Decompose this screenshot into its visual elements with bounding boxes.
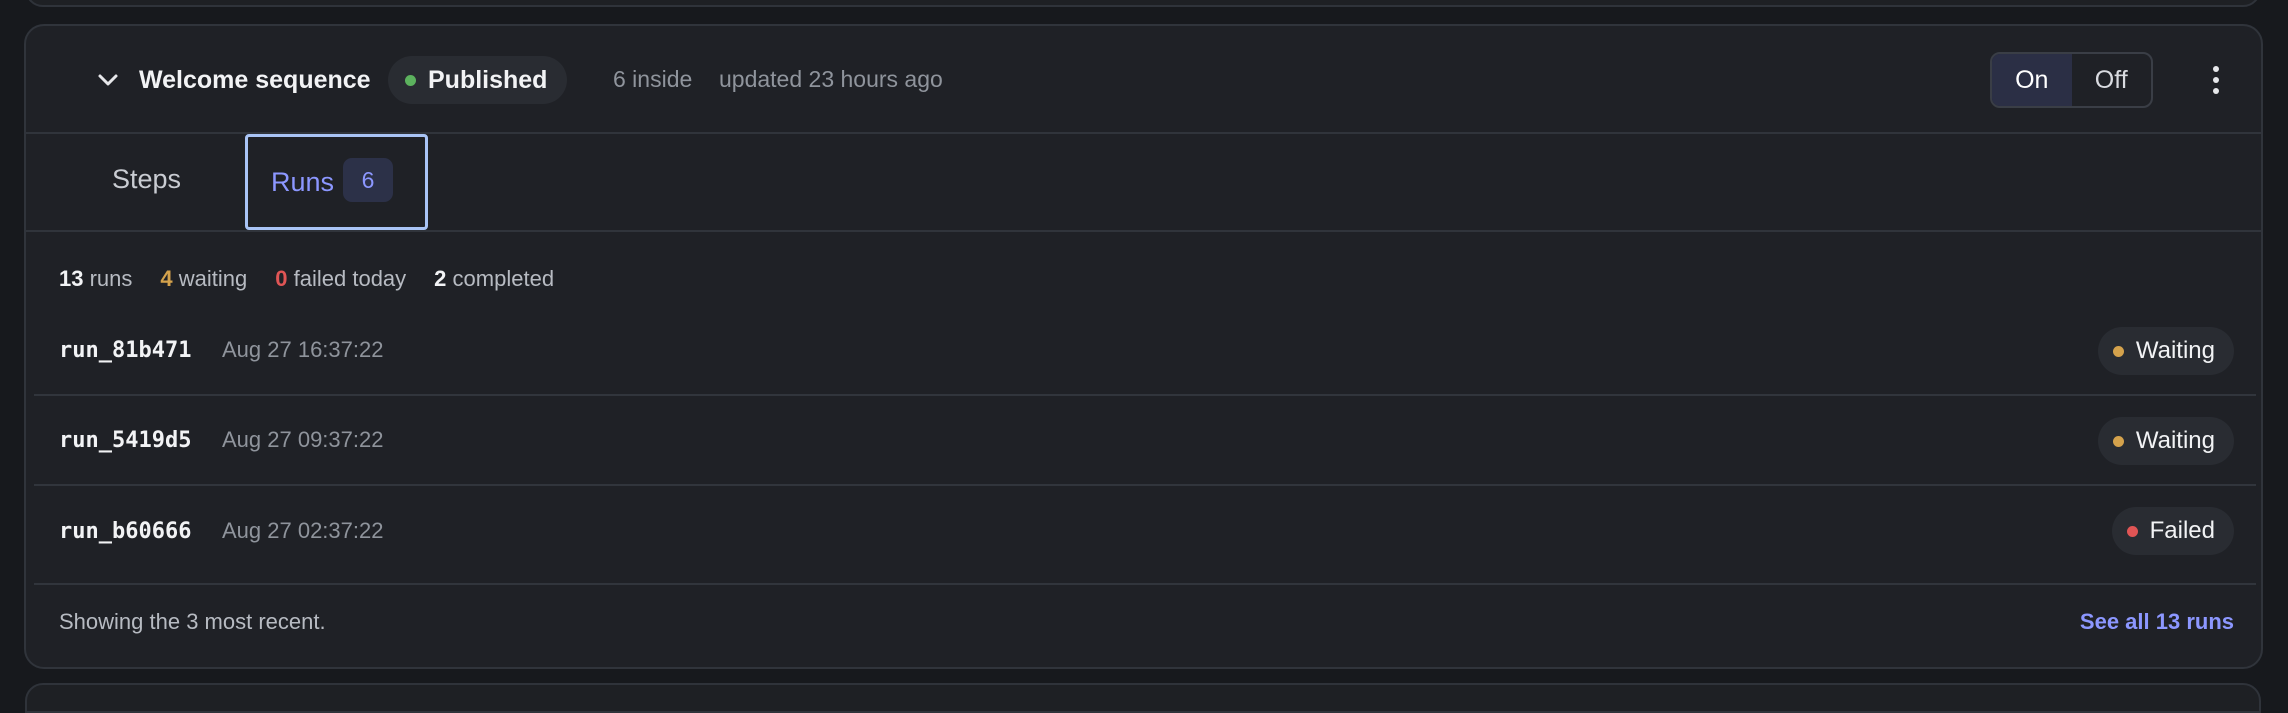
run-timestamp: Aug 27 09:37:22 (222, 427, 384, 452)
run-status-label: Failed (2149, 517, 2215, 544)
updated-timestamp: updated 23 hours ago (719, 66, 943, 92)
stat-completed: 2 completed (434, 266, 555, 291)
previous-card-edge (25, 0, 2261, 7)
on-off-toggle: On Off (1990, 52, 2153, 108)
workflow-title: Welcome sequence (139, 66, 371, 94)
stat-waiting: 4 waiting (160, 266, 248, 291)
toggle-off-button[interactable]: Off (2072, 54, 2152, 106)
stat-failed: 0 failed today (275, 266, 407, 291)
next-card-edge (25, 683, 2261, 713)
status-dot-icon (2112, 435, 2124, 447)
status-label: Published (428, 65, 548, 94)
more-vertical-icon[interactable] (2196, 60, 2236, 100)
status-dot-icon (405, 74, 416, 86)
run-status-label: Waiting (2135, 427, 2215, 454)
status-dot-icon (2112, 345, 2124, 357)
recent-runs-note: Showing the 3 most recent. (59, 609, 326, 634)
tab-runs-count-badge: 6 (343, 158, 394, 202)
run-stats: 13 runs 4 waiting 0 failed today 2 compl… (59, 266, 554, 292)
run-id: run_b60666 (59, 518, 192, 544)
item-count: 6 inside (613, 66, 693, 92)
run-row[interactable]: run_81b471 Aug 27 16:37:22 Waiting (34, 306, 2256, 396)
tab-steps[interactable]: Steps (112, 164, 181, 195)
status-badge: Published (388, 56, 568, 104)
tab-runs-label: Runs (271, 166, 335, 197)
run-timestamp: Aug 27 02:37:22 (222, 518, 384, 543)
tab-runs[interactable]: Runs 6 (245, 134, 428, 230)
workflow-card: Welcome sequence Published 6 inside upda… (24, 24, 2263, 669)
run-id: run_5419d5 (59, 427, 192, 453)
runs-footer: Showing the 3 most recent. See all 13 ru… (34, 583, 2256, 667)
run-status-badge: Failed (2111, 507, 2234, 555)
run-status-badge: Waiting (2097, 327, 2234, 375)
run-status-label: Waiting (2135, 337, 2215, 364)
run-id: run_81b471 (59, 337, 192, 363)
run-timestamp: Aug 27 16:37:22 (222, 337, 384, 362)
see-all-runs-link[interactable]: See all 13 runs (2080, 609, 2234, 635)
chevron-down-icon[interactable] (88, 60, 128, 100)
run-row[interactable]: run_5419d5 Aug 27 09:37:22 Waiting (34, 396, 2256, 486)
tab-bar: Steps Runs 6 (26, 134, 2261, 232)
card-header: Welcome sequence Published 6 inside upda… (26, 26, 2261, 134)
status-dot-icon (2126, 525, 2138, 537)
toggle-on-button[interactable]: On (1992, 54, 2072, 106)
run-row[interactable]: run_b60666 Aug 27 02:37:22 Failed (34, 486, 2256, 576)
run-status-badge: Waiting (2097, 417, 2234, 465)
stat-runs: 13 runs (59, 266, 133, 291)
